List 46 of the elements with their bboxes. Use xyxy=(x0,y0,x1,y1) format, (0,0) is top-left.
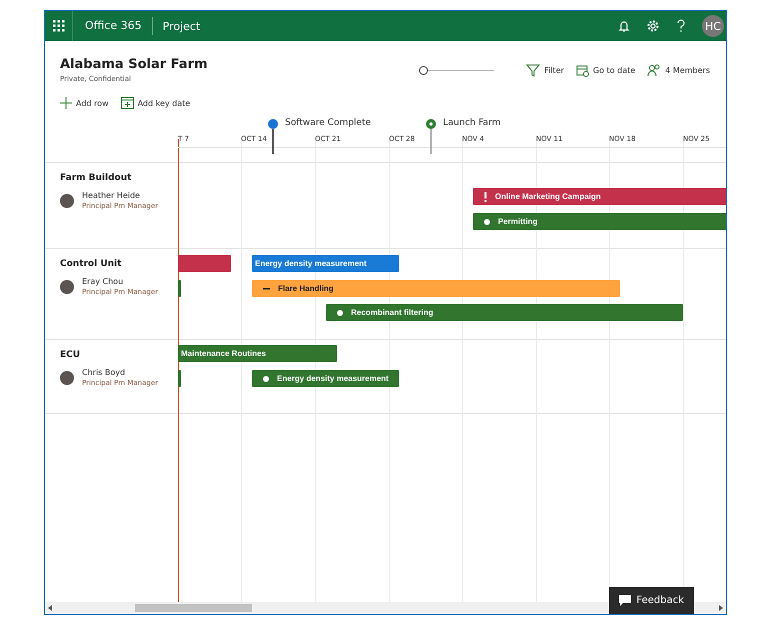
avatar-placeholder xyxy=(60,370,74,384)
row-title: Control Unit xyxy=(60,259,122,269)
dot-icon xyxy=(337,310,343,316)
go-to-date-button[interactable]: Go to date xyxy=(576,64,636,76)
milestone-marker-icon[interactable] xyxy=(267,118,279,154)
filter-icon xyxy=(526,64,540,76)
feedback-button[interactable]: Feedback xyxy=(609,587,694,614)
project-title: Alabama Solar Farm xyxy=(60,57,208,72)
dot-icon xyxy=(263,376,269,382)
task-bar[interactable]: Energy density measurement xyxy=(252,370,399,387)
scroll-left-icon[interactable] xyxy=(48,605,52,611)
milestone-label: Launch Farm xyxy=(443,118,501,128)
filter-button[interactable]: Filter xyxy=(526,64,564,76)
owner-name: Eray Chou xyxy=(82,277,124,286)
alert-icon xyxy=(484,192,487,202)
speech-bubble-icon xyxy=(619,595,632,606)
owner-name: Chris Boyd xyxy=(82,368,126,377)
task-bar[interactable]: Maintenance Routines xyxy=(178,345,337,362)
milestone-marker-icon[interactable] xyxy=(425,118,437,154)
plus-icon xyxy=(60,97,72,109)
settings-icon[interactable] xyxy=(646,19,660,33)
avatar-placeholder xyxy=(60,280,74,294)
calendar-icon xyxy=(576,64,590,76)
task-bar[interactable]: Recombinant filtering xyxy=(326,304,683,321)
task-bar[interactable]: Online Marketing Campaign xyxy=(473,188,726,205)
suite-name[interactable]: Office 365 xyxy=(73,17,153,35)
members-button[interactable]: 4 Members xyxy=(647,64,710,76)
task-bar[interactable]: Energy density measurement xyxy=(252,255,399,272)
app-name[interactable]: Project xyxy=(152,20,200,32)
task-bar[interactable]: Flare Handling xyxy=(252,280,620,297)
add-key-date-button[interactable]: Add key date xyxy=(120,97,190,109)
user-avatar[interactable]: HC xyxy=(702,15,724,37)
row-title: ECU xyxy=(60,350,82,360)
scroll-right-icon[interactable] xyxy=(719,605,723,611)
calendar-add-icon xyxy=(120,97,134,109)
row-title: Farm Buildout xyxy=(60,173,132,183)
dot-icon xyxy=(484,218,490,224)
dash-icon xyxy=(263,288,270,290)
people-icon xyxy=(647,64,662,76)
milestone-label: Software Complete xyxy=(285,118,371,128)
owner-name: Heather Heide xyxy=(82,191,141,200)
avatar-placeholder xyxy=(60,194,74,208)
bell-icon[interactable] xyxy=(618,19,630,33)
task-bar[interactable]: Permitting xyxy=(473,213,726,230)
help-icon[interactable] xyxy=(676,19,686,33)
add-row-button[interactable]: Add row xyxy=(60,97,109,109)
